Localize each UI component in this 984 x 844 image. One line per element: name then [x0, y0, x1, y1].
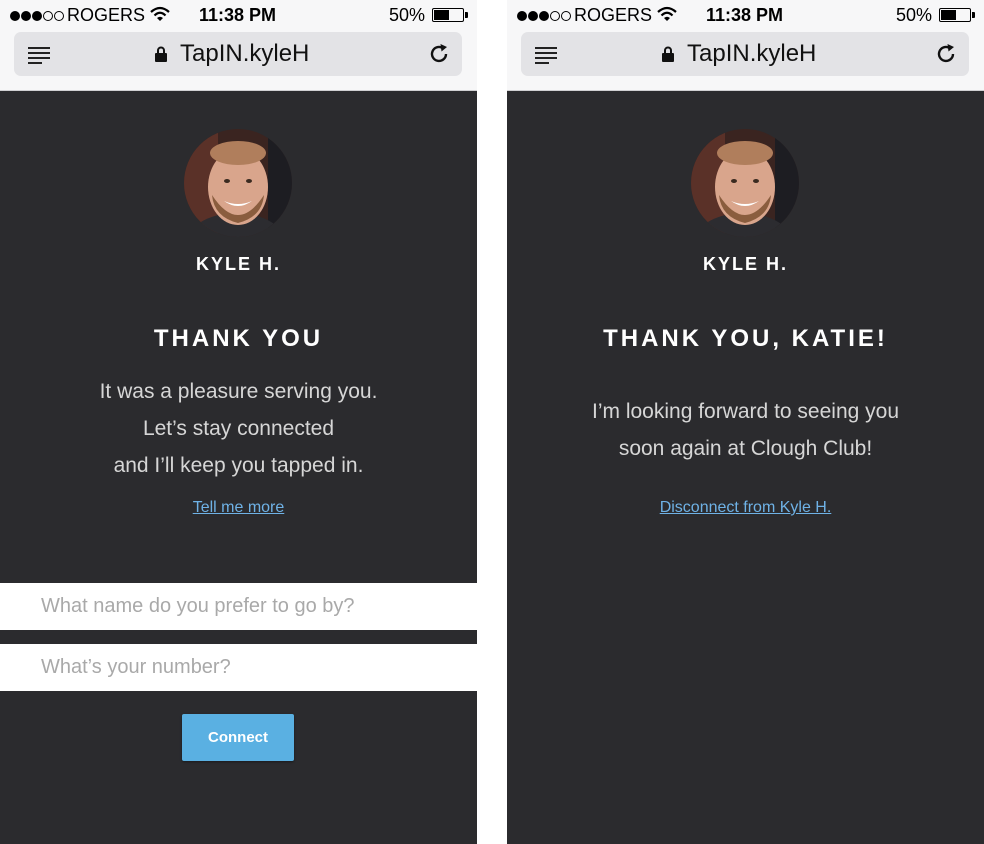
message-line: soon again at Clough Club! [618, 437, 873, 460]
phone-screen-right: ROGERS 11:38 PM 50% TapIN.kyleH KYLE H. … [507, 0, 984, 844]
browser-chrome: ROGERS 11:38 PM 50% TapIN.kyleH [0, 0, 477, 91]
phone-screen-left: ROGERS 11:38 PM 50% TapIN.kyleH KYLE H. … [0, 0, 477, 844]
phone-number-input[interactable] [0, 644, 477, 691]
battery-percent: 50% [896, 5, 933, 25]
battery-icon [939, 8, 971, 22]
address-bar[interactable]: TapIN.kyleH [521, 32, 969, 76]
avatar [184, 129, 292, 237]
status-time: 11:38 PM [199, 5, 277, 25]
reload-icon[interactable] [428, 43, 450, 65]
status-bar: ROGERS 11:38 PM 50% [507, 0, 984, 32]
wifi-icon [657, 6, 677, 21]
disconnect-link[interactable]: Disconnect from Kyle H. [507, 499, 984, 517]
address-bar[interactable]: TapIN.kyleH [14, 32, 462, 76]
carrier-name: ROGERS [67, 5, 146, 25]
thank-you-heading: THANK YOU [153, 325, 324, 352]
message-line: It was a pleasure serving you. [99, 380, 378, 403]
lock-icon [662, 46, 674, 62]
battery-percent: 50% [389, 5, 426, 25]
browser-chrome: ROGERS 11:38 PM 50% TapIN.kyleH [507, 0, 984, 91]
menu-icon[interactable] [28, 47, 50, 64]
url-text: TapIN.kyleH [687, 40, 817, 67]
menu-icon[interactable] [535, 47, 557, 64]
server-name: KYLE H. [195, 254, 281, 274]
wifi-icon [150, 6, 170, 21]
signal-strength-icon [517, 11, 571, 21]
status-bar: ROGERS 11:38 PM 50% [0, 0, 477, 32]
message-line: Let’s stay connected [142, 417, 335, 440]
reload-icon[interactable] [935, 43, 957, 65]
message-line: I’m looking forward to seeing you [592, 400, 899, 423]
signal-strength-icon [10, 11, 64, 21]
message-line: and I’ll keep you tapped in. [113, 454, 364, 477]
connect-button[interactable]: Connect [182, 714, 294, 761]
thank-you-heading: THANK YOU, KATIE! [603, 325, 888, 352]
server-name: KYLE H. [702, 254, 788, 274]
lock-icon [155, 46, 167, 62]
preferred-name-input[interactable] [0, 583, 477, 630]
avatar [691, 129, 799, 237]
battery-icon [432, 8, 464, 22]
url-text: TapIN.kyleH [180, 40, 310, 67]
carrier-name: ROGERS [574, 5, 653, 25]
tell-me-more-link[interactable]: Tell me more [0, 499, 477, 517]
status-time: 11:38 PM [706, 5, 784, 25]
